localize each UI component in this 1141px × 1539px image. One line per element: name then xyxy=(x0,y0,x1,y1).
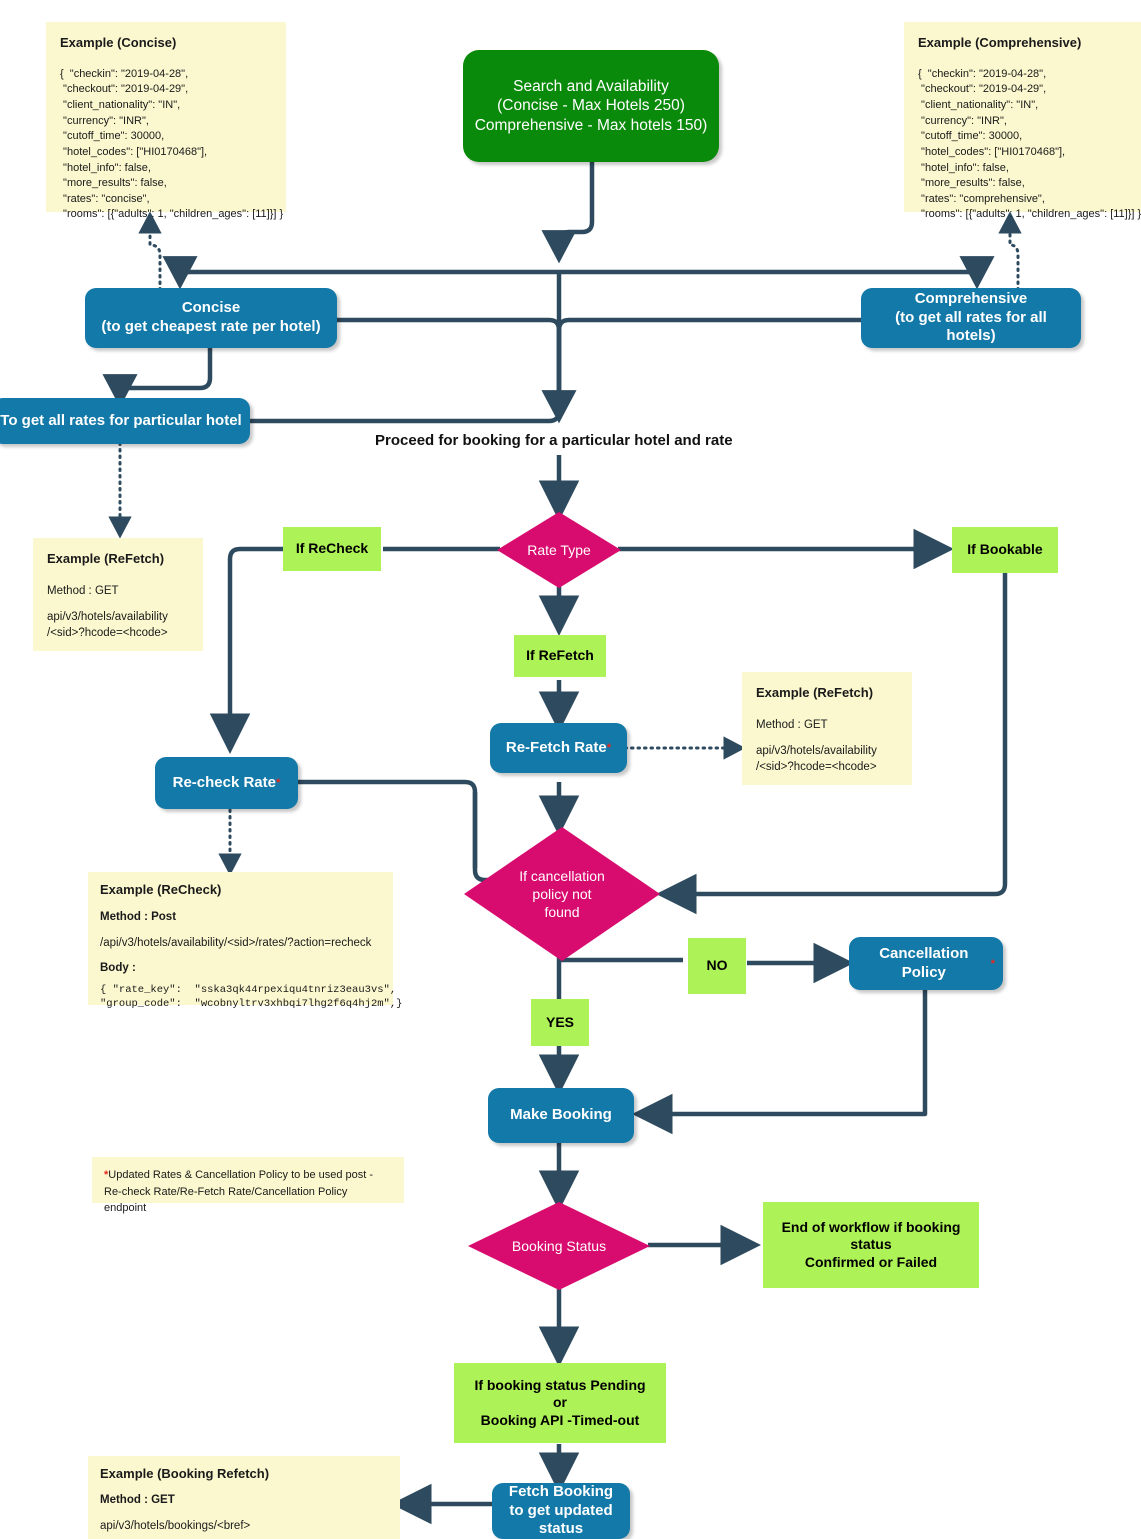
note-refetch-example-right: Example (ReFetch) Method : GET api/v3/ho… xyxy=(742,672,912,785)
note-body: { "rate_key": "sska3qk44rpexiqu4tnriz3ea… xyxy=(100,983,403,1010)
cancellation-decision-line-1: If cancellation xyxy=(519,867,605,884)
start-line-1: Search and Availability xyxy=(513,77,669,95)
node-refetch-rate[interactable]: Re-Fetch Rate * xyxy=(490,723,627,773)
cancellation-decision-line-2: policy not xyxy=(532,885,592,902)
cancellation-decision-text-wrap: If cancellation policy not found xyxy=(464,827,660,961)
label-if-bookable[interactable]: If Bookable xyxy=(952,527,1058,573)
cancellation-decision-line-3: found xyxy=(544,904,580,921)
cancellation-policy-label: Cancellation Policy xyxy=(879,944,969,981)
refetch-rate-label: Re-Fetch Rate xyxy=(505,738,607,756)
note-method: Method : Post xyxy=(100,910,177,923)
fetch-booking-line-1: Fetch Booking xyxy=(508,1482,614,1500)
pending-line-1: If booking status Pending xyxy=(474,1376,646,1393)
note-comprehensive-example: Example (Comprehensive) { "checkin": "20… xyxy=(904,22,1141,220)
concise-line-2: (to get cheapest rate per hotel) xyxy=(101,318,321,335)
note-refetch-example-left: Example (ReFetch) Method : GET api/v3/ho… xyxy=(33,538,203,651)
pending-line-3: Booking API -Timed-out xyxy=(480,1411,640,1428)
note-title: Example (Comprehensive) xyxy=(918,35,1082,50)
label-yes[interactable]: YES xyxy=(531,999,589,1046)
if-bookable-label: If Bookable xyxy=(967,541,1043,558)
note-title: Example (Booking Refetch) xyxy=(100,1466,270,1481)
node-comprehensive[interactable]: Comprehensive (to get all rates for all … xyxy=(861,288,1081,348)
fetch-booking-line-2: to get updated xyxy=(509,1501,613,1519)
node-fetch-booking[interactable]: Fetch Booking to get updated status xyxy=(492,1483,630,1539)
if-recheck-label: If ReCheck xyxy=(295,540,369,557)
all-rates-label: To get all rates for particular hotel xyxy=(0,411,242,429)
note-endpoint: api/v3/hotels/bookings/<bref> xyxy=(100,1519,251,1532)
note-endpoint: api/v3/hotels/availability /<sid>?hcode=… xyxy=(756,744,877,774)
start-line-3: Comprehensive - Max hotels 150) xyxy=(474,116,708,134)
comprehensive-line-2: (to get all rates for all hotels) xyxy=(895,308,1047,345)
note-body-label: Body : xyxy=(100,962,136,975)
decision-rate-type[interactable]: Rate Type xyxy=(497,512,621,588)
start-line-2: (Concise - Max Hotels 250) xyxy=(497,97,685,115)
label-if-recheck[interactable]: If ReCheck xyxy=(283,527,381,571)
note-booking-refetch-example: Example (Booking Refetch) Method : GET a… xyxy=(88,1456,400,1539)
note-title: Example (ReFetch) xyxy=(756,685,874,700)
comprehensive-line-1: Comprehensive xyxy=(914,289,1028,307)
node-recheck-rate[interactable]: Re-check Rate * xyxy=(155,757,298,809)
note-method: Method : GET xyxy=(756,718,828,731)
decision-booking-status[interactable]: Booking Status xyxy=(468,1202,650,1290)
note-endpoint: api/v3/hotels/availability /<sid>?hcode=… xyxy=(47,610,168,640)
note-footnote: *Updated Rates & Cancellation Policy to … xyxy=(92,1157,404,1214)
footnote-text: Updated Rates & Cancellation Policy to b… xyxy=(104,1169,374,1214)
note-body: { "checkin": "2019-04-28", "checkout": "… xyxy=(60,67,284,221)
note-body: { "checkin": "2019-04-28", "checkout": "… xyxy=(918,67,1141,221)
end-workflow-line-3: Confirmed or Failed xyxy=(804,1253,938,1270)
note-method: Method : GET xyxy=(100,1493,175,1506)
note-concise-example: Example (Concise) { "checkin": "2019-04-… xyxy=(46,22,286,220)
node-all-rates-for-hotel[interactable]: To get all rates for particular hotel xyxy=(0,398,250,444)
note-recheck-example: Example (ReCheck) Method : Post /api/v3/… xyxy=(88,872,402,1010)
label-no[interactable]: NO xyxy=(688,938,746,994)
note-endpoint: /api/v3/hotels/availability/<sid>/rates/… xyxy=(100,936,372,949)
node-cancellation-policy[interactable]: Cancellation Policy * xyxy=(849,937,1003,990)
yes-label: YES xyxy=(545,1013,574,1030)
note-title: Example (ReFetch) xyxy=(47,551,165,566)
label-proceed-for-booking: Proceed for booking for a particular hot… xyxy=(375,432,775,449)
decision-cancellation-policy-not-found[interactable]: If cancellation policy not found xyxy=(464,827,660,961)
concise-line-1: Concise xyxy=(181,299,241,317)
booking-status-label-wrap: Booking Status xyxy=(468,1202,650,1290)
end-workflow-line-2: status xyxy=(850,1236,892,1253)
flowchart-canvas: Example (Concise) { "checkin": "2019-04-… xyxy=(0,0,1141,1539)
node-make-booking[interactable]: Make Booking xyxy=(488,1088,634,1143)
note-title: Example (Concise) xyxy=(60,35,177,50)
no-label: NO xyxy=(706,957,728,974)
end-workflow-line-1: End of workflow if booking xyxy=(781,1218,961,1235)
node-concise[interactable]: Concise (to get cheapest rate per hotel) xyxy=(85,288,337,348)
label-if-refetch[interactable]: If ReFetch xyxy=(514,635,606,677)
rate-type-label: Rate Type xyxy=(527,541,591,558)
node-search-availability[interactable]: Search and Availability (Concise - Max H… xyxy=(463,50,719,162)
label-end-of-workflow[interactable]: End of workflow if booking status Confir… xyxy=(763,1202,979,1288)
note-title: Example (ReCheck) xyxy=(100,882,222,897)
recheck-rate-label: Re-check Rate xyxy=(172,773,276,791)
if-refetch-label: If ReFetch xyxy=(526,647,594,664)
label-pending-or-timeout[interactable]: If booking status Pending or Booking API… xyxy=(454,1363,666,1443)
note-method: Method : GET xyxy=(47,584,119,597)
proceed-text: Proceed for booking for a particular hot… xyxy=(375,432,733,449)
make-booking-label: Make Booking xyxy=(510,1106,612,1124)
booking-status-label: Booking Status xyxy=(511,1237,607,1254)
pending-line-2: or xyxy=(553,1394,567,1411)
fetch-booking-line-3: status xyxy=(538,1520,584,1538)
rate-type-label-wrap: Rate Type xyxy=(497,512,621,588)
